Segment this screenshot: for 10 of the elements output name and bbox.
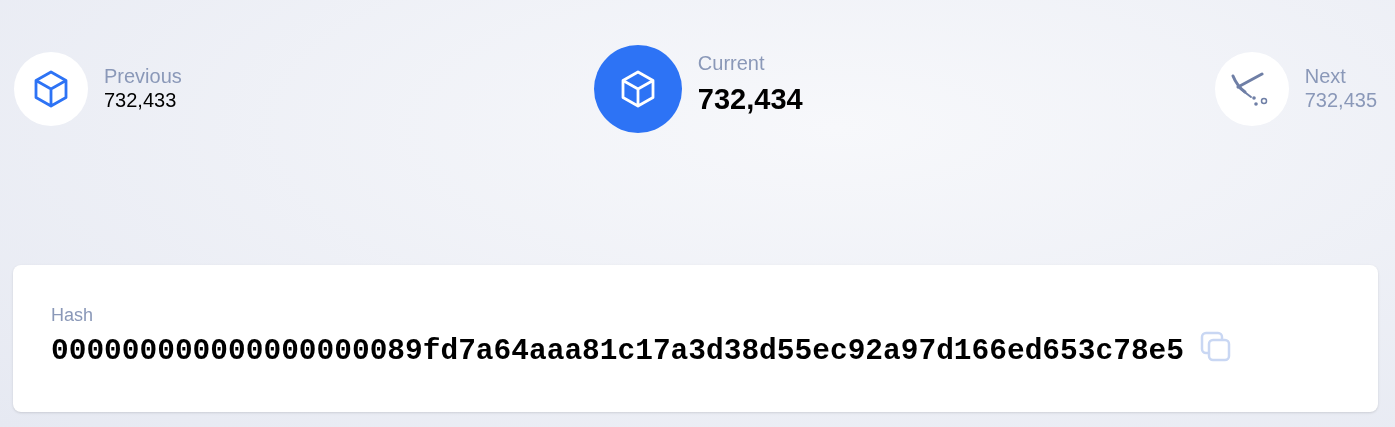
block-label: Current — [697, 51, 766, 75]
hash-label: Hash — [51, 304, 95, 327]
block-label: Previous — [104, 63, 182, 88]
hash-value: 000000000000000000089fd7a64aaa81c17a3d38d55ec92a97d166ed653c78e5 — [51, 333, 1184, 369]
block-height: 732,434 — [697, 82, 803, 117]
block-label: Next — [1304, 63, 1347, 88]
cube-icon — [34, 70, 68, 108]
block-height: 732,435 — [1304, 87, 1377, 112]
cube-icon — [620, 70, 655, 108]
block-height: 732,433 — [104, 87, 178, 112]
